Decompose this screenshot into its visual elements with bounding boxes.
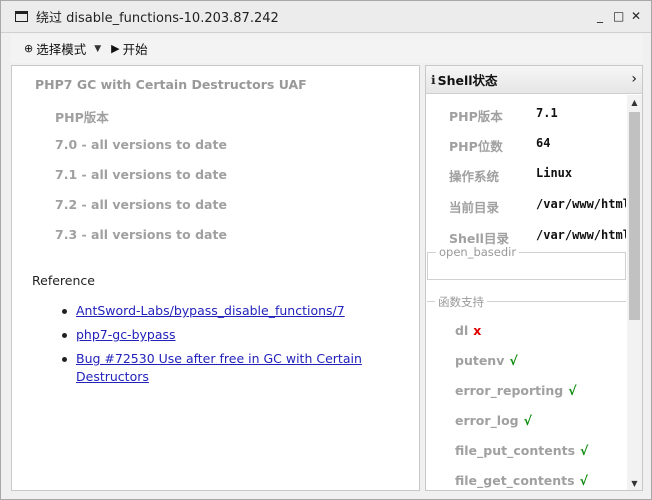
- info-row-current-dir: 当前目录 /var/www/html: [426, 197, 626, 217]
- info-value: 7.1: [536, 106, 558, 120]
- info-value: Linux: [536, 166, 573, 180]
- open-basedir-fieldset: open_basedir: [427, 245, 626, 280]
- function-item-file-put-contents: file_put_contents √: [455, 443, 588, 458]
- plus-circle-icon: ⊕: [24, 42, 34, 55]
- play-icon: ▶: [111, 42, 120, 55]
- maximize-icon[interactable]: □: [613, 10, 624, 22]
- info-value: 64: [536, 136, 551, 150]
- info-row-php-bits: PHP位数 64: [426, 136, 626, 156]
- function-name: putenv: [455, 353, 505, 368]
- version-item: 7.1 - all versions to date: [55, 167, 227, 182]
- vertical-scrollbar[interactable]: ▲ ▼: [627, 95, 642, 490]
- function-item-putenv: putenv √: [455, 353, 518, 368]
- toolbar: ⊕ 选择模式 ▼ ▶ 开始: [11, 34, 643, 63]
- exploit-info-pane: PHP7 GC with Certain Destructors UAF PHP…: [11, 65, 420, 491]
- open-basedir-legend: open_basedir: [436, 245, 520, 259]
- shell-status-header[interactable]: ℹ Shell状态 ›: [426, 66, 642, 94]
- scroll-down-icon[interactable]: ▼: [627, 476, 642, 490]
- window-title: 绕过 disable_functions-10.203.87.242: [36, 11, 279, 26]
- supported-mark: √: [568, 383, 577, 398]
- window-controls: _ □ ✕: [595, 10, 641, 22]
- version-item: 7.3 - all versions to date: [55, 227, 227, 242]
- minimize-icon[interactable]: _: [595, 10, 605, 22]
- reference-link-bug-72530[interactable]: Bug #72530 Use after free in GC with Cer…: [76, 351, 362, 384]
- function-name: error_reporting: [455, 383, 564, 398]
- select-mode-dropdown[interactable]: ⊕ 选择模式 ▼: [24, 39, 101, 58]
- function-item-file-get-contents: file_get_contents √: [455, 473, 588, 488]
- info-row-php-version: PHP版本 7.1: [426, 106, 626, 126]
- info-value: /var/www/html: [536, 228, 626, 242]
- info-value: /var/www/html: [536, 197, 626, 211]
- scroll-up-icon[interactable]: ▲: [627, 95, 642, 111]
- info-key: 操作系统: [449, 169, 500, 184]
- function-item-dl: dl x: [455, 323, 481, 338]
- reference-list: AntSword-Labs/bypass_disable_functions/7…: [32, 302, 419, 384]
- function-name: error_log: [455, 413, 519, 428]
- function-name: dl: [455, 323, 469, 338]
- info-key: 当前目录: [449, 200, 500, 215]
- select-mode-label: 选择模式: [36, 42, 87, 57]
- reference-link-antsword-labs[interactable]: AntSword-Labs/bypass_disable_functions/7: [76, 303, 345, 318]
- info-row-os: 操作系统 Linux: [426, 166, 626, 186]
- supported-mark: √: [509, 353, 518, 368]
- info-icon: ℹ: [431, 72, 436, 87]
- reference-item: Bug #72530 Use after free in GC with Cer…: [32, 350, 419, 384]
- info-key: PHP版本: [449, 109, 503, 124]
- unsupported-mark: x: [473, 323, 482, 338]
- bypass-window: 绕过 disable_functions-10.203.87.242 _ □ ✕…: [0, 0, 652, 500]
- info-key: PHP位数: [449, 139, 503, 154]
- exploit-heading: PHP7 GC with Certain Destructors UAF: [35, 77, 307, 92]
- function-name: file_put_contents: [455, 443, 576, 458]
- close-icon[interactable]: ✕: [631, 10, 641, 22]
- start-button[interactable]: ▶ 开始: [111, 39, 147, 58]
- shell-status-panel: ℹ Shell状态 › PHP版本 7.1 PHP位数 64 操作系统 Linu…: [425, 65, 643, 491]
- function-item-error-log: error_log √: [455, 413, 532, 428]
- function-name: file_get_contents: [455, 473, 575, 488]
- reference-link-php7-gc-bypass[interactable]: php7-gc-bypass: [76, 327, 176, 342]
- window-icon: [15, 11, 28, 22]
- functions-legend: 函数支持: [435, 294, 487, 310]
- chevron-right-icon[interactable]: ›: [631, 71, 637, 87]
- supported-mark: √: [579, 473, 588, 488]
- start-label: 开始: [122, 42, 148, 57]
- function-item-error-reporting: error_reporting √: [455, 383, 577, 398]
- shell-status-body: PHP版本 7.1 PHP位数 64 操作系统 Linux 当前目录 /var/…: [426, 95, 626, 490]
- title-bar[interactable]: 绕过 disable_functions-10.203.87.242 _ □ ✕: [1, 1, 651, 33]
- reference-item: php7-gc-bypass: [32, 326, 419, 350]
- chevron-down-icon: ▼: [94, 43, 102, 54]
- supported-mark: √: [580, 443, 589, 458]
- scrollbar-thumb[interactable]: [629, 112, 640, 320]
- version-item: 7.0 - all versions to date: [55, 137, 227, 152]
- version-item: 7.2 - all versions to date: [55, 197, 227, 212]
- reference-item: AntSword-Labs/bypass_disable_functions/7: [32, 302, 419, 326]
- reference-label: Reference: [32, 273, 95, 288]
- supported-mark: √: [523, 413, 532, 428]
- php-version-label: PHP版本: [55, 110, 109, 125]
- shell-status-title: Shell状态: [437, 73, 498, 88]
